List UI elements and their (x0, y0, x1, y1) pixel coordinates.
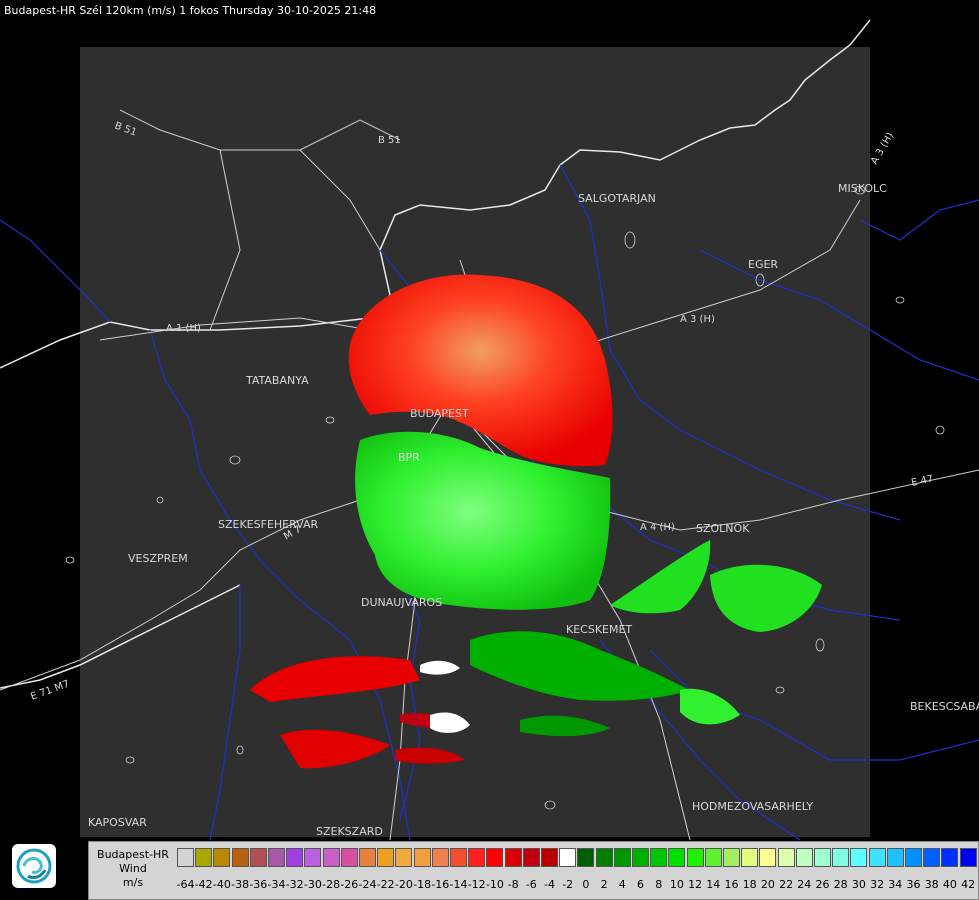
legend-swatch (395, 848, 413, 867)
legend-swatch (650, 848, 668, 867)
legend-swatch (923, 848, 941, 867)
legend-swatch (704, 848, 722, 867)
legend-swatch (541, 848, 558, 867)
city-salgotarjan: SALGOTARJAN (578, 192, 656, 205)
legend-title: Budapest-HR Wind m/s (91, 848, 175, 890)
legend-swatch (723, 848, 740, 867)
legend-swatch (377, 848, 395, 867)
legend-swatch (595, 848, 613, 867)
legend-swatch (759, 848, 777, 867)
legend-swatch (268, 848, 285, 867)
legend-swatch (850, 848, 868, 867)
legend-swatch (868, 848, 886, 867)
city-tatabanya: TATABANYA (245, 374, 309, 387)
legend-swatch (559, 848, 577, 867)
city-veszprem: VESZPREM (128, 552, 188, 565)
city-dunaujvaros: DUNAUJVAROS (361, 596, 442, 609)
city-bekescsaba: BEKESCSABA (910, 700, 979, 713)
road-label-e71-m7: E 71 M7 (29, 679, 71, 703)
radar-map: SALGOTARJAN MISKOLC EGER TATABANYA BUDAP… (0, 19, 979, 841)
legend-swatch (486, 848, 504, 867)
city-hodmezovasarhely: HODMEZOVASARHELY (692, 800, 813, 813)
city-szekesfehervar: SZEKESFEHERVAR (218, 518, 319, 531)
city-kecskemet: KECSKEMET (566, 623, 632, 636)
legend-swatch (795, 848, 813, 867)
legend-tick-label: 42 (961, 878, 976, 891)
city-kaposvar: KAPOSVAR (88, 816, 147, 829)
legend-swatch (686, 848, 704, 867)
legend-swatch (468, 848, 486, 867)
legend-unit: m/s (122, 876, 144, 889)
legend-swatch (177, 848, 194, 867)
city-miskolc: MISKOLC (838, 182, 887, 195)
road-label-a3-north: A 3 (H) (869, 131, 896, 167)
legend-swatch (322, 848, 340, 867)
legend-swatch (431, 848, 449, 867)
road-label-a4: A 4 (H) (640, 522, 675, 533)
road-label-b51: B 51 (378, 135, 401, 146)
legend-swatch (886, 848, 904, 867)
radar-coverage-area (80, 47, 870, 837)
legend-swatch (450, 848, 467, 867)
legend-swatch (577, 848, 595, 867)
road-label-a3: A 3 (H) (680, 314, 715, 325)
legend-swatch (304, 848, 322, 867)
map-title: Budapest-HR Szél 120km (m/s) 1 fokos Thu… (4, 4, 377, 17)
road-label-e47: E 47 (910, 474, 934, 489)
legend-swatch (741, 848, 759, 867)
city-szolnok: SZOLNOK (696, 522, 750, 535)
city-szekszard: SZEKSZARD (316, 825, 383, 838)
road-label-a1: A 1 (H) (166, 323, 201, 334)
legend-swatch (231, 848, 249, 867)
legend-swatch (613, 848, 631, 867)
legend-swatch (814, 848, 831, 867)
legend-swatch (413, 848, 431, 867)
legend-swatch (832, 848, 850, 867)
legend-swatch (777, 848, 795, 867)
legend-swatch (522, 848, 540, 867)
legend-swatch (905, 848, 922, 867)
legend-swatch (340, 848, 358, 867)
color-legend: Budapest-HR Wind m/s -64 -42 -40 -38 -36 -34-… (88, 841, 979, 900)
legend-radar-name: Budapest-HR (97, 848, 169, 861)
city-budapest: BUDAPEST (410, 407, 469, 420)
legend-swatch (504, 848, 522, 867)
service-logo (12, 844, 56, 888)
legend-quantity: Wind (119, 862, 147, 875)
city-eger: EGER (748, 258, 778, 271)
legend-swatch (286, 848, 304, 867)
legend-swatch (632, 848, 649, 867)
legend-swatch (213, 848, 231, 867)
legend-swatch (959, 848, 977, 867)
legend-swatch (941, 848, 959, 867)
legend-swatch (249, 848, 267, 867)
legend-swatch (668, 848, 686, 867)
legend-swatch (359, 848, 376, 867)
radar-site-bpr: BPR (398, 451, 420, 464)
legend-swatch (195, 848, 213, 867)
